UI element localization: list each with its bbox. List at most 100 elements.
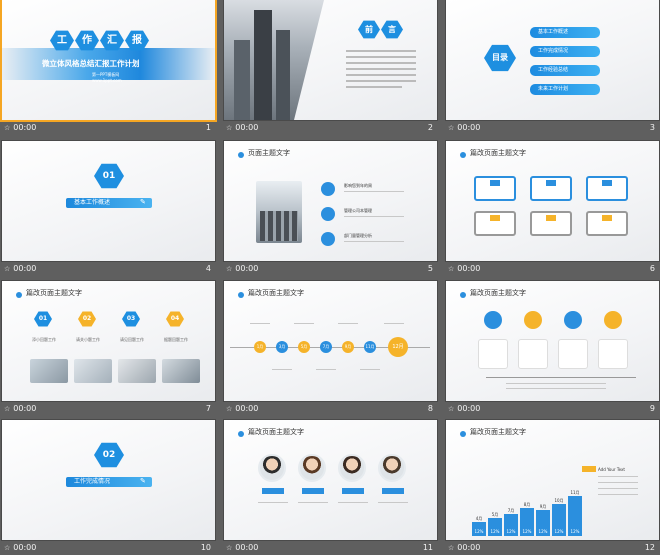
slide-number: 10 — [200, 543, 211, 552]
slide-number: 3 — [649, 123, 655, 132]
timeline-node-3: 5月 — [298, 341, 310, 353]
text-line — [598, 488, 638, 489]
slide-4-footer: ☆ 00:00 4 — [2, 262, 215, 275]
monitor-icon — [490, 180, 500, 186]
timeline-node-4: 7月 — [320, 341, 332, 353]
slide-thumbnail-3[interactable]: 目录 基本工作概述 工作完成情况 工作经验总结 未来工作计划 ☆ 00:00 3 — [445, 0, 660, 134]
slide-time: 00:00 — [235, 404, 259, 413]
avatar — [258, 454, 286, 482]
item-title-2: 管理公司本管理 — [344, 208, 372, 213]
toc-item-3: 工作经验总结 — [530, 65, 600, 76]
slide-time: 00:00 — [235, 543, 259, 552]
info-card — [598, 339, 628, 369]
slide-header: 篇改页面主题文字 — [26, 289, 82, 297]
name-tag — [382, 488, 404, 494]
slide-thumbnail-2[interactable]: 前 言 ☆ 00:00 2 — [223, 0, 438, 134]
slide-4-canvas: 01 基本工作概述 ✎ — [1, 140, 216, 262]
slide-thumbnail-1[interactable]: 工 作 汇 报 微立体风格总结汇报工作计划 第一PPT模板网 www.1ppt.… — [0, 0, 217, 134]
slide-2-canvas: 前 言 — [223, 0, 438, 121]
divider — [486, 377, 636, 378]
slide-header: 篇改页面主题文字 — [248, 428, 304, 436]
header-bullet — [238, 292, 244, 298]
slide-thumbnail-11[interactable]: 篇改页面主题文字 ☆ 00:00 11 — [223, 419, 438, 554]
slide-3-footer: ☆ 00:00 3 — [446, 121, 659, 134]
timeline-node-2: 3月 — [276, 341, 288, 353]
trophy-icon — [564, 311, 582, 329]
slide-thumbnail-9[interactable]: 篇改页面主题文字 ☆ 00:00 9 — [445, 280, 660, 415]
slide-thumbnail-7[interactable]: 篇改页面主题文字 01 02 03 04 添小回题工作 请关小题工作 请见回题工… — [1, 280, 216, 415]
star-icon: ☆ — [4, 544, 11, 552]
text-line — [346, 86, 402, 88]
legend-swatch — [582, 466, 596, 472]
clock-icon — [484, 311, 502, 329]
slide-header: 篇改页面主题文字 — [470, 289, 526, 297]
info-card — [558, 339, 588, 369]
info-card — [478, 339, 508, 369]
step-hex-4: 04 — [166, 311, 184, 327]
slide-12-footer: ☆ 00:00 12 — [446, 541, 659, 554]
step-caption-2: 请关小题工作 — [76, 337, 100, 342]
info-card — [518, 339, 548, 369]
text-line — [598, 476, 638, 477]
chart-icon — [321, 182, 335, 196]
people-icon — [321, 207, 335, 221]
avatar — [298, 454, 326, 482]
slide-time: 00:00 — [13, 264, 37, 273]
text-line — [338, 323, 358, 324]
bar-label-4: 8月 — [524, 502, 531, 507]
step-hex-3: 03 — [122, 311, 140, 327]
step-caption-3: 请见回题工作 — [120, 337, 144, 342]
slide-5-canvas: 页面主题文字 影响您到年的周 管理公司本管理 部门量管理分析 — [223, 140, 438, 262]
avatar — [338, 454, 366, 482]
slide-time: 00:00 — [457, 264, 481, 273]
name-tag — [302, 488, 324, 494]
bar-value-3: 12% — [507, 529, 516, 534]
slide-9-canvas: 篇改页面主题文字 — [445, 280, 660, 402]
header-bullet — [460, 152, 466, 158]
text-line — [346, 50, 416, 52]
timeline-node-1: 1月 — [254, 341, 266, 353]
slide-header: 篇改页面主题文字 — [470, 149, 526, 157]
name-tag — [262, 488, 284, 494]
edit-icon — [524, 311, 542, 329]
work-photo — [162, 359, 200, 383]
slide-8-footer: ☆ 00:00 8 — [224, 402, 437, 415]
slide-time: 00:00 — [457, 123, 481, 132]
bar-label-2: 5月 — [492, 512, 499, 517]
slide-number: 5 — [427, 264, 433, 273]
header-bullet — [238, 431, 244, 437]
text-line — [506, 388, 606, 389]
avatar — [378, 454, 406, 482]
slide-number: 6 — [649, 264, 655, 273]
slide-thumbnail-4[interactable]: 01 基本工作概述 ✎ ☆ 00:00 4 — [1, 140, 216, 275]
text-line — [598, 494, 638, 495]
cart-icon — [602, 215, 612, 221]
slide-thumbnail-12[interactable]: 篇改页面主题文字 4月 12% 5月 12% 7月 12% 8月 12% 9月 12% 10月 12%… — [445, 419, 660, 554]
header-bullet — [460, 292, 466, 298]
slide-number: 12 — [644, 543, 655, 552]
slide-number: 7 — [205, 404, 211, 413]
text-line — [272, 369, 292, 370]
search-icon — [602, 180, 612, 186]
text-line — [346, 68, 416, 70]
text-line — [378, 502, 408, 503]
slide-thumbnail-6[interactable]: 篇改页面主题文字 ☆ 00:00 6 — [445, 140, 660, 275]
slide-thumbnail-10[interactable]: 02 工作完成情况 ✎ ☆ 00:00 10 — [1, 419, 216, 554]
star-icon: ☆ — [448, 544, 455, 552]
slide-time: 00:00 — [13, 404, 37, 413]
slide-header: 篇改页面主题文字 — [248, 289, 304, 297]
slide-thumbnail-8[interactable]: 篇改页面主题文字 1月 3月 5月 7月 9月 11月 12月 ☆ 00:00 8 — [223, 280, 438, 415]
chart-icon — [546, 180, 556, 186]
slide-time: 00:00 — [235, 123, 259, 132]
text-line — [298, 502, 328, 503]
bar-label-7: 11月 — [570, 490, 579, 495]
text-line — [598, 482, 638, 483]
step-caption-1: 添小回题工作 — [32, 337, 56, 342]
star-icon: ☆ — [4, 265, 11, 273]
star-icon: ☆ — [226, 265, 233, 273]
star-icon: ☆ — [448, 265, 455, 273]
slide-12-canvas: 篇改页面主题文字 4月 12% 5月 12% 7月 12% 8月 12% 9月 12% 10月 12%… — [445, 419, 660, 541]
slide-thumbnail-5[interactable]: 页面主题文字 影响您到年的周 管理公司本管理 部门量管理分析 ☆ 00:00 5 — [223, 140, 438, 275]
text-line — [316, 369, 336, 370]
text-line — [250, 323, 270, 324]
